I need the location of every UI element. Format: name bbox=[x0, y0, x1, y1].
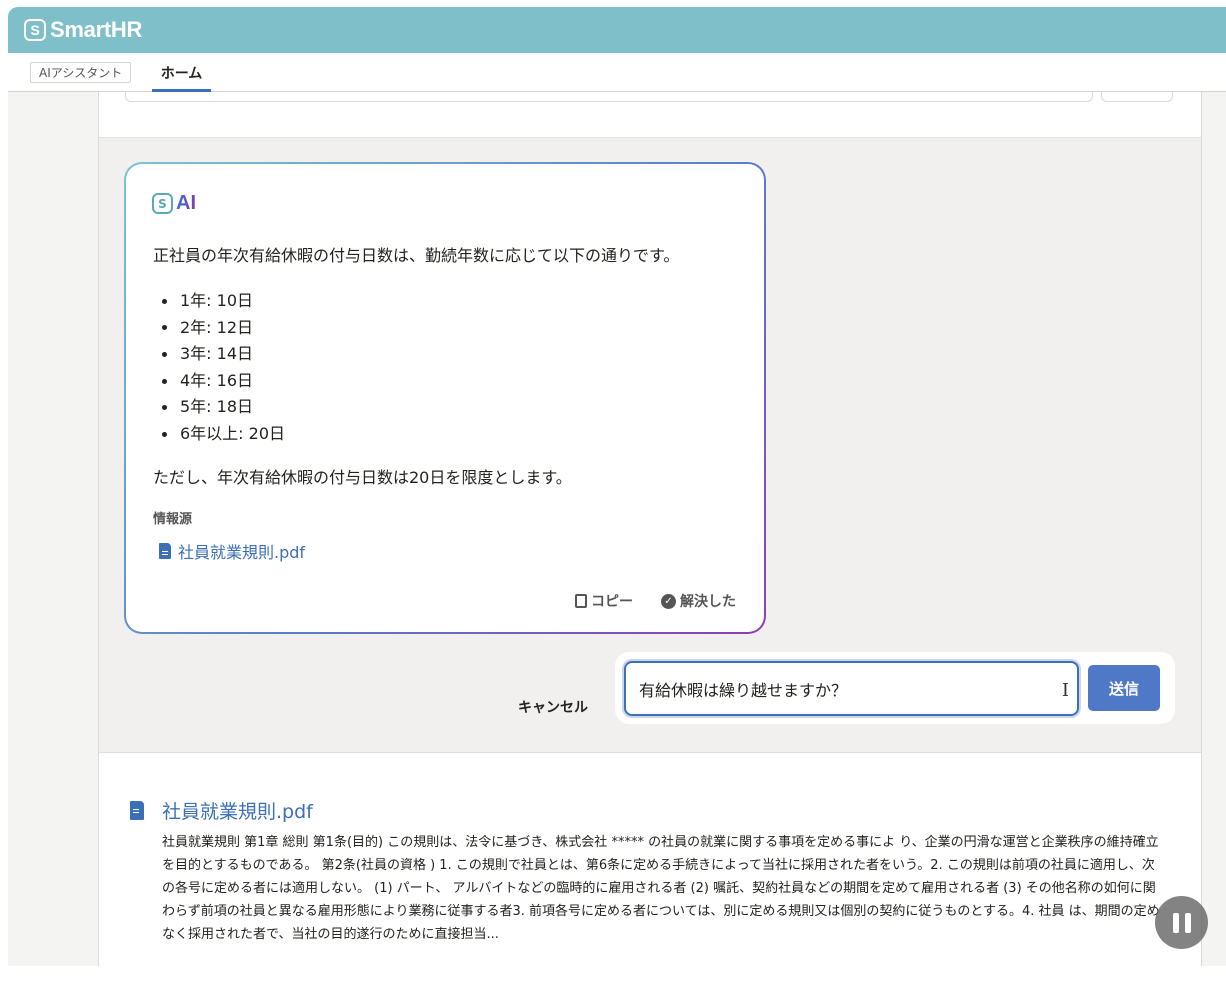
copy-icon bbox=[575, 594, 587, 608]
document-icon bbox=[159, 543, 171, 559]
check-circle-icon: ✓ bbox=[661, 593, 676, 609]
copy-button[interactable]: コピー bbox=[575, 591, 633, 611]
answer-intro: 正社員の年次有給休暇の付与日数は、勤続年数に応じて以下の通りです。 bbox=[153, 246, 680, 265]
source-file-link[interactable]: 社員就業規則.pdf bbox=[159, 539, 305, 563]
top-bar: S SmartHR bbox=[8, 7, 1226, 53]
document-icon bbox=[130, 801, 144, 820]
question-input[interactable]: 有給休暇は繰り越せますか？ I bbox=[624, 661, 1079, 716]
document-title-link[interactable]: 社員就業規則.pdf bbox=[130, 797, 313, 824]
pause-button[interactable] bbox=[1155, 896, 1208, 949]
answer-note: ただし、年次有給休暇の付与日数は20日を限度とします。 bbox=[153, 468, 572, 487]
tab-home[interactable]: ホーム bbox=[152, 61, 211, 92]
ai-answer-card: S AI 正社員の年次有給休暇の付与日数は、勤続年数に応じて以下の通りです。 1… bbox=[124, 162, 766, 634]
smarthr-logo[interactable]: S SmartHR bbox=[24, 17, 142, 43]
tab-ai-assistant[interactable]: AIアシスタント bbox=[30, 62, 132, 83]
text-cursor-icon: I bbox=[1061, 680, 1069, 701]
composer: 有給休暇は繰り越せますか？ I 送信 bbox=[615, 652, 1175, 724]
copy-label: コピー bbox=[591, 594, 633, 610]
source-file-name: 社員就業規則.pdf bbox=[178, 543, 306, 562]
previous-content bbox=[99, 92, 1201, 138]
smarthr-ai-icon: S bbox=[152, 193, 173, 214]
resolved-label: 解決した bbox=[680, 594, 736, 610]
ai-badge: S AI bbox=[152, 192, 196, 215]
document-preview: 社員就業規則.pdf 社員就業規則 第1章 総則 第1条(目的) この規則は、法… bbox=[99, 753, 1201, 966]
document-excerpt: 社員就業規則 第1章 総則 第1条(目的) この規則は、法令に基づき、株式会社 … bbox=[162, 835, 1160, 942]
app-window: S SmartHR AIアシスタント ホーム S AI 正社員の年次有給休暇の付… bbox=[8, 7, 1226, 966]
source-label: 情報源 bbox=[153, 512, 193, 527]
answer-list: 1年: 10日 2年: 12日 3年: 14日 4年: 16日 5年: 18日 … bbox=[162, 288, 285, 448]
document-title: 社員就業規則.pdf bbox=[162, 801, 313, 823]
list-item: 2年: 12日 bbox=[162, 315, 285, 342]
previous-field bbox=[125, 92, 1093, 102]
send-button[interactable]: 送信 bbox=[1088, 665, 1160, 711]
list-item: 6年以上: 20日 bbox=[162, 421, 285, 448]
logo-icon: S bbox=[24, 19, 46, 41]
divider bbox=[1201, 92, 1202, 966]
question-input-value: 有給休暇は繰り越せますか？ bbox=[639, 680, 848, 700]
list-item: 5年: 18日 bbox=[162, 394, 285, 421]
previous-button bbox=[1101, 92, 1173, 102]
ai-label: AI bbox=[176, 192, 196, 214]
list-item: 4年: 16日 bbox=[162, 368, 285, 395]
brand-name: SmartHR bbox=[50, 17, 143, 42]
tab-bar: AIアシスタント ホーム bbox=[8, 53, 1226, 92]
cancel-button[interactable]: キャンセル bbox=[518, 697, 588, 717]
resolved-button[interactable]: ✓ 解決した bbox=[661, 591, 736, 611]
list-item: 3年: 14日 bbox=[162, 341, 285, 368]
list-item: 1年: 10日 bbox=[162, 288, 285, 315]
pause-icon bbox=[1172, 912, 1179, 933]
answer-actions: コピー ✓ 解決した bbox=[575, 591, 736, 611]
